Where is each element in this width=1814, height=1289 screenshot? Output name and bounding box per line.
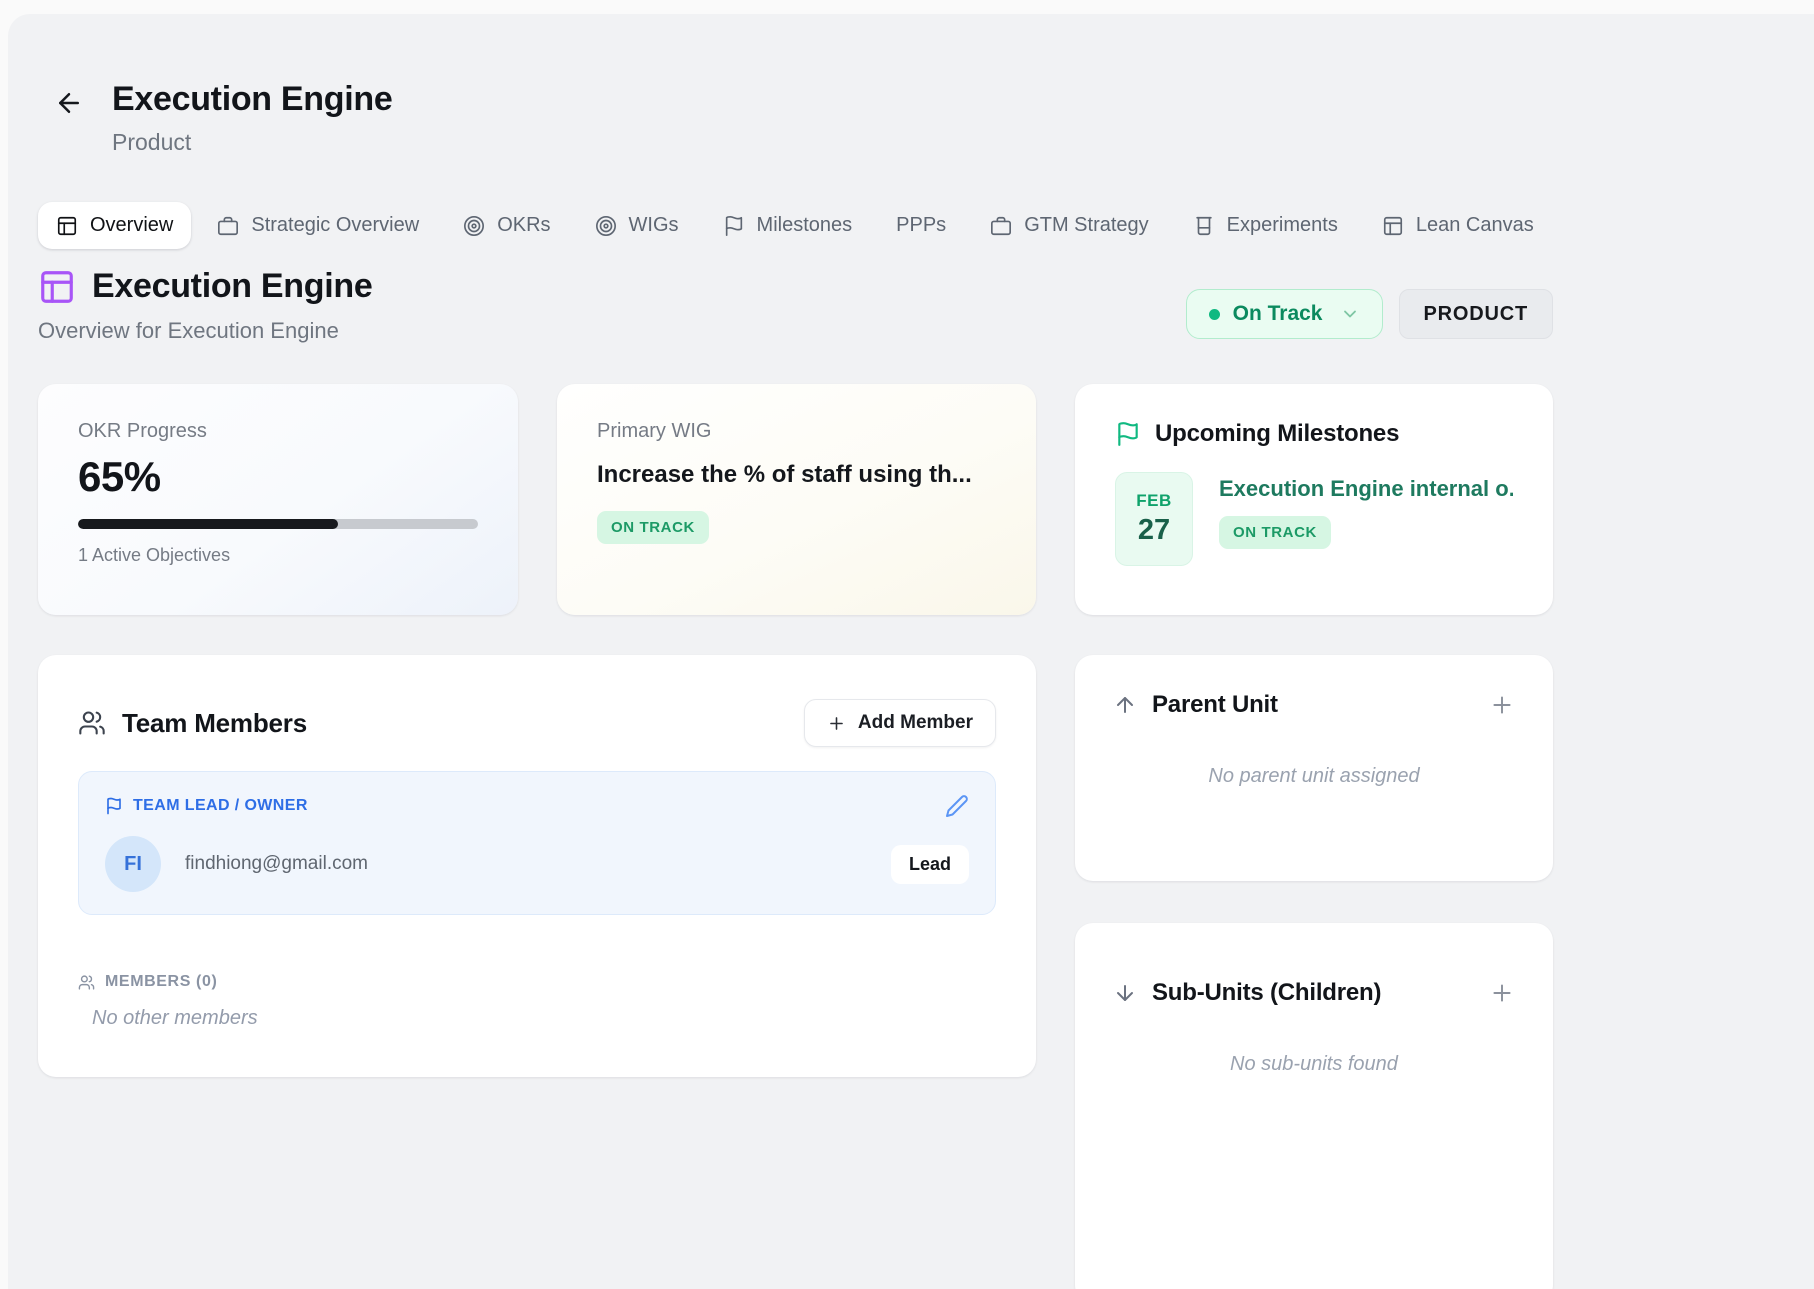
page-subtitle: Overview for Execution Engine bbox=[38, 318, 372, 344]
sub-units-empty-text: No sub-units found bbox=[1113, 1053, 1515, 1076]
milestone-item[interactable]: FEB 27 Execution Engine internal o... ON… bbox=[1115, 472, 1513, 566]
panels-top-left-icon bbox=[56, 215, 78, 237]
status-dot-icon bbox=[1209, 309, 1220, 320]
parent-unit-empty-text: No parent unit assigned bbox=[1113, 765, 1515, 788]
briefcase-icon bbox=[217, 215, 239, 237]
plus-icon bbox=[827, 714, 846, 733]
edit-lead-button[interactable] bbox=[945, 794, 969, 818]
arrow-up-icon bbox=[1113, 693, 1137, 717]
beaker-icon bbox=[1193, 215, 1215, 237]
okr-progress-card[interactable]: OKR Progress 65% 1 Active Objectives bbox=[38, 384, 518, 615]
team-lead-section: TEAM LEAD / OWNER FI findhiong@gmail.com… bbox=[78, 771, 996, 915]
tab-strategic-overview[interactable]: Strategic Overview bbox=[199, 202, 437, 249]
primary-wig-label: Primary WIG bbox=[597, 420, 996, 443]
status-badge: ON TRACK bbox=[597, 511, 709, 544]
team-lead-row: FI findhiong@gmail.com Lead bbox=[105, 836, 969, 892]
lead-email: findhiong@gmail.com bbox=[185, 853, 867, 875]
app-window: Execution Engine Product Overview Strate… bbox=[8, 14, 1814, 1289]
team-members-card: Team Members Add Member TEAM LEAD / OWNE… bbox=[38, 655, 1036, 1077]
tab-label: Experiments bbox=[1227, 214, 1338, 237]
members-empty-text: No other members bbox=[92, 1007, 996, 1030]
lower-section: Team Members Add Member TEAM LEAD / OWNE… bbox=[38, 655, 1553, 1289]
tab-label: Overview bbox=[90, 214, 173, 237]
tab-ppps[interactable]: PPPs bbox=[878, 202, 964, 249]
okr-progress-value: 65% bbox=[78, 453, 478, 501]
window-subtitle: Product bbox=[112, 129, 392, 156]
sub-units-title: Sub-Units (Children) bbox=[1152, 979, 1381, 1007]
tab-milestones[interactable]: Milestones bbox=[705, 202, 871, 249]
tab-label: Strategic Overview bbox=[251, 214, 419, 237]
tab-label: Lean Canvas bbox=[1416, 214, 1534, 237]
team-lead-label: TEAM LEAD / OWNER bbox=[133, 797, 308, 815]
chevron-down-icon bbox=[1340, 304, 1360, 324]
progress-bar-track bbox=[78, 519, 478, 529]
window-title: Execution Engine bbox=[112, 80, 392, 119]
parent-unit-title: Parent Unit bbox=[1152, 691, 1278, 719]
users-icon bbox=[78, 974, 95, 991]
flag-icon bbox=[723, 215, 745, 237]
avatar: FI bbox=[105, 836, 161, 892]
tab-overview[interactable]: Overview bbox=[38, 202, 191, 249]
add-sub-unit-button[interactable] bbox=[1489, 980, 1515, 1006]
tab-label: WIGs bbox=[629, 214, 679, 237]
status-badge: ON TRACK bbox=[1219, 516, 1331, 549]
status-label: On Track bbox=[1233, 302, 1323, 326]
members-count-label: MEMBERS (0) bbox=[105, 973, 217, 991]
tab-bar: Overview Strategic Overview OKRs WIGs Mi… bbox=[38, 202, 1552, 249]
pencil-icon bbox=[945, 794, 969, 818]
tab-label: GTM Strategy bbox=[1024, 214, 1148, 237]
panels-top-left-icon bbox=[1382, 215, 1404, 237]
tab-wigs[interactable]: WIGs bbox=[577, 202, 697, 249]
target-icon bbox=[463, 215, 485, 237]
plus-icon bbox=[1489, 980, 1515, 1006]
tab-okrs[interactable]: OKRs bbox=[445, 202, 568, 249]
tab-lean-canvas[interactable]: Lean Canvas bbox=[1364, 202, 1552, 249]
team-members-title: Team Members bbox=[122, 708, 307, 739]
primary-wig-title: Increase the % of staff using th... bbox=[597, 461, 996, 489]
page-title-row: Execution Engine Overview for Execution … bbox=[38, 267, 1553, 344]
progress-bar-fill bbox=[78, 519, 338, 529]
tab-label: PPPs bbox=[896, 214, 946, 237]
arrow-down-icon bbox=[1113, 981, 1137, 1005]
add-member-button[interactable]: Add Member bbox=[804, 699, 996, 747]
upcoming-milestones-title: Upcoming Milestones bbox=[1155, 420, 1399, 448]
status-dropdown[interactable]: On Track bbox=[1186, 289, 1383, 339]
panels-top-left-icon bbox=[38, 268, 76, 306]
back-button[interactable] bbox=[54, 88, 84, 118]
target-icon bbox=[595, 215, 617, 237]
tab-experiments[interactable]: Experiments bbox=[1175, 202, 1356, 249]
milestone-title[interactable]: Execution Engine internal o... bbox=[1219, 476, 1513, 502]
tab-label: OKRs bbox=[497, 214, 550, 237]
parent-unit-card: Parent Unit No parent unit assigned bbox=[1075, 655, 1553, 881]
milestone-month: FEB bbox=[1136, 491, 1172, 511]
add-member-label: Add Member bbox=[858, 712, 973, 734]
milestone-date-box: FEB 27 bbox=[1115, 472, 1193, 566]
okr-progress-label: OKR Progress bbox=[78, 420, 478, 443]
tab-gtm-strategy[interactable]: GTM Strategy bbox=[972, 202, 1166, 249]
okr-progress-footer: 1 Active Objectives bbox=[78, 545, 478, 566]
flag-icon bbox=[1115, 421, 1141, 447]
upcoming-milestones-card: Upcoming Milestones FEB 27 Execution Eng… bbox=[1075, 384, 1553, 615]
tab-label: Milestones bbox=[757, 214, 853, 237]
summary-cards-row: OKR Progress 65% 1 Active Objectives Pri… bbox=[38, 384, 1553, 615]
briefcase-icon bbox=[990, 215, 1012, 237]
users-icon bbox=[78, 709, 106, 737]
milestone-day: 27 bbox=[1138, 514, 1170, 547]
unit-type-badge: PRODUCT bbox=[1399, 289, 1554, 339]
primary-wig-card[interactable]: Primary WIG Increase the % of staff usin… bbox=[557, 384, 1036, 615]
sub-units-card: Sub-Units (Children) No sub-units found bbox=[1075, 923, 1553, 1289]
page-title: Execution Engine bbox=[92, 267, 372, 306]
lead-role-badge: Lead bbox=[891, 845, 969, 884]
plus-icon bbox=[1489, 692, 1515, 718]
arrow-left-icon bbox=[54, 88, 84, 118]
flag-icon bbox=[105, 797, 123, 815]
add-parent-unit-button[interactable] bbox=[1489, 692, 1515, 718]
hierarchy-column: Parent Unit No parent unit assigned Sub-… bbox=[1075, 655, 1553, 1289]
page-header: Execution Engine Product bbox=[38, 80, 1814, 156]
